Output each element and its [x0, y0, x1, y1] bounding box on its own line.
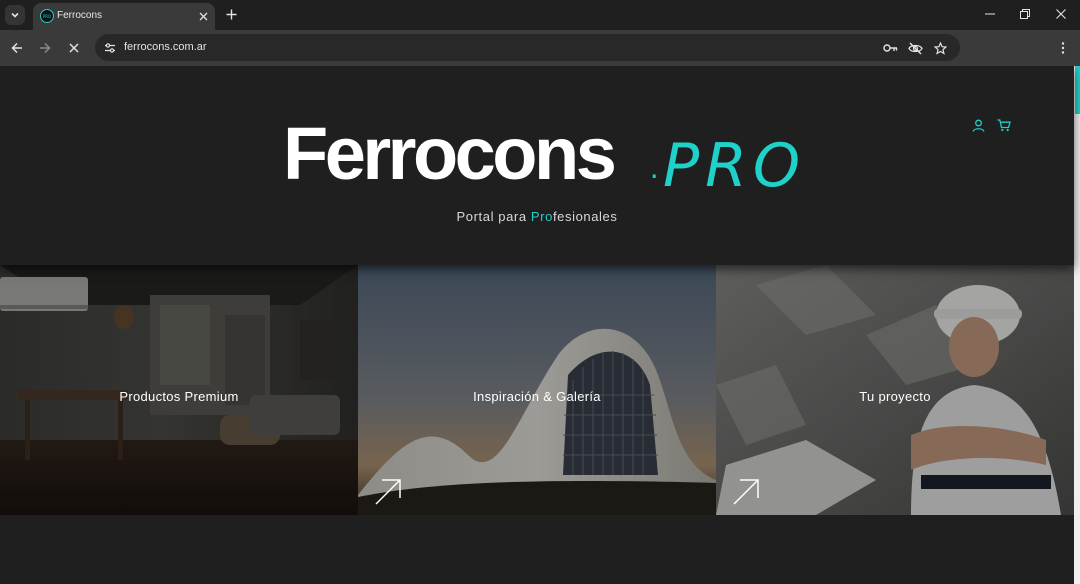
logo-suffix: PRO	[663, 131, 807, 201]
close-window-button[interactable]	[1050, 4, 1072, 24]
new-tab-button[interactable]	[222, 5, 240, 23]
tab-search-button[interactable]	[5, 5, 25, 25]
back-button[interactable]	[7, 38, 27, 58]
card-label: Tu proyecto	[859, 389, 931, 404]
cart-icon	[997, 118, 1011, 131]
site-info-button[interactable]	[100, 38, 119, 57]
cart-button[interactable]	[996, 117, 1012, 133]
account-button[interactable]	[970, 117, 986, 133]
browser-tab-active[interactable]: PRO Ferrocons	[33, 3, 215, 30]
tab-close-button[interactable]	[195, 8, 211, 24]
forward-button[interactable]	[35, 38, 55, 58]
browser-menu-button[interactable]	[1053, 38, 1073, 58]
logo-dot: .	[645, 124, 664, 192]
more-vertical-icon	[1061, 42, 1065, 54]
key-icon	[882, 44, 897, 52]
minimize-icon	[985, 13, 995, 15]
restore-button[interactable]	[1014, 4, 1036, 24]
card-label: Inspiración & Galería	[473, 389, 601, 404]
favicon-text: PRO	[42, 13, 52, 19]
web-page: Ferrocons . PRO Portal para Profesionale…	[0, 66, 1080, 584]
arrow-up-right-icon	[733, 479, 759, 505]
password-key-button[interactable]	[881, 39, 899, 57]
category-cards: Productos Premium Inspiración & Galería …	[0, 265, 1074, 515]
address-bar[interactable]: ferrocons.com.ar	[95, 34, 960, 61]
bookmark-button[interactable]	[931, 39, 949, 57]
tagline-text-end: fesionales	[552, 209, 618, 224]
site-logo[interactable]: Ferrocons . PRO	[283, 112, 803, 202]
tab-title: Ferrocons	[57, 10, 103, 21]
page-scrollbar[interactable]	[1074, 66, 1080, 584]
tagline-text: Portal para	[456, 209, 531, 224]
logo-wordmark: Ferrocons	[283, 112, 617, 195]
browser-toolbar: ferrocons.com.ar	[0, 30, 1080, 66]
arrow-left-icon	[11, 42, 22, 54]
browser-tab-strip: PRO Ferrocons	[0, 0, 1080, 30]
card-productos-premium[interactable]: Productos Premium	[0, 265, 358, 515]
scrollbar-thumb[interactable]	[1075, 66, 1080, 114]
url-text[interactable]: ferrocons.com.ar	[124, 41, 207, 53]
tagline-highlight: Pro	[530, 209, 553, 224]
restore-icon	[1020, 9, 1030, 19]
close-icon	[69, 43, 79, 53]
card-tu-proyecto[interactable]: Tu proyecto	[716, 265, 1074, 515]
card-label: Productos Premium	[119, 389, 239, 404]
chevron-down-icon	[11, 12, 19, 18]
site-tagline: Portal para Profesionales	[0, 209, 1074, 224]
site-header: Ferrocons . PRO Portal para Profesionale…	[0, 66, 1074, 265]
arrow-up-right-icon	[375, 479, 401, 505]
tune-icon	[104, 42, 115, 53]
plus-icon	[226, 9, 236, 19]
close-icon	[199, 12, 207, 20]
arrow-right-icon	[40, 42, 51, 54]
tracking-protection-button[interactable]	[906, 39, 924, 57]
user-icon	[972, 119, 984, 132]
minimize-button[interactable]	[979, 4, 1001, 24]
card-inspiracion-galeria[interactable]: Inspiración & Galería	[358, 265, 716, 515]
close-icon	[1056, 9, 1066, 19]
stop-loading-button[interactable]	[64, 38, 84, 58]
eye-off-icon	[907, 42, 923, 54]
star-icon	[933, 41, 947, 55]
site-favicon-icon: PRO	[40, 9, 54, 23]
